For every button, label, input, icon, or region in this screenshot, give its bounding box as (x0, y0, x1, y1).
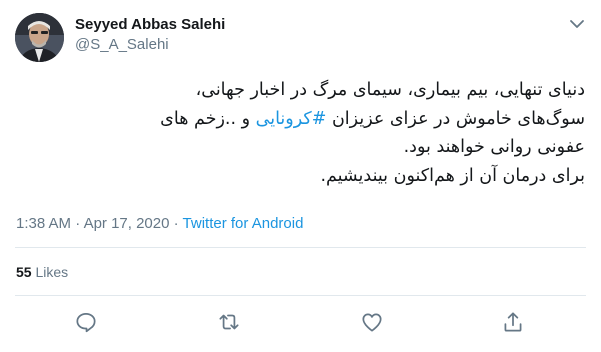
tweet-line: عفونی روانی خواهند بود. (25, 133, 585, 162)
tweet-source-link[interactable]: Twitter for Android (183, 215, 304, 232)
user-handle[interactable]: @S_A_Salehi (75, 35, 225, 55)
tweet-line: دنیای تنهایی، بیم بیماری، سیمای مرگ در ا… (25, 76, 585, 105)
tweet-meta: 1:38 AM · Apr 17, 2020 · Twitter for And… (16, 214, 303, 234)
tweet-text-segment: عفونی روانی خواهند بود. (403, 137, 585, 157)
display-name[interactable]: Seyyed Abbas Salehi (75, 15, 225, 35)
meta-separator: · (71, 215, 84, 232)
tweet-line: سوگ‌های خاموش در عزای عزیزان #کرونایی و … (25, 105, 585, 134)
tweet-text: دنیای تنهایی، بیم بیماری، سیمای مرگ در ا… (25, 76, 585, 190)
tweet-line: برای درمان آن از هم‌اکنون بیندیشیم. (25, 162, 585, 191)
reply-icon[interactable] (73, 309, 99, 335)
tweet-date[interactable]: Apr 17, 2020 (84, 215, 170, 232)
share-icon[interactable] (500, 309, 526, 335)
likes-stat[interactable]: 55 Likes (16, 262, 68, 282)
avatar[interactable] (15, 13, 64, 62)
divider (15, 247, 586, 248)
likes-label: Likes (35, 264, 69, 280)
tweet-time[interactable]: 1:38 AM (16, 215, 71, 232)
hashtag-link[interactable]: #کرونایی (256, 109, 327, 129)
likes-count: 55 (16, 264, 32, 280)
tweet-card: Seyyed Abbas Salehi @S_A_Salehi دنیای تن… (0, 0, 601, 352)
tweet-text-segment: سوگ‌های خاموش در عزای عزیزان (326, 108, 585, 129)
tweet-text-segment: برای درمان آن از هم‌اکنون بیندیشیم. (320, 165, 585, 186)
author-block[interactable]: Seyyed Abbas Salehi @S_A_Salehi (75, 15, 225, 55)
heart-icon[interactable] (359, 309, 385, 335)
retweet-icon[interactable] (216, 309, 242, 335)
chevron-down-icon[interactable] (565, 12, 589, 36)
tweet-text-segment: و ..زخم های (160, 108, 256, 129)
avatar-image (15, 13, 64, 62)
meta-separator: · (169, 215, 183, 232)
divider (15, 295, 586, 296)
tweet-text-segment: دنیای تنهایی، بیم بیماری، سیمای مرگ در ا… (195, 80, 585, 100)
